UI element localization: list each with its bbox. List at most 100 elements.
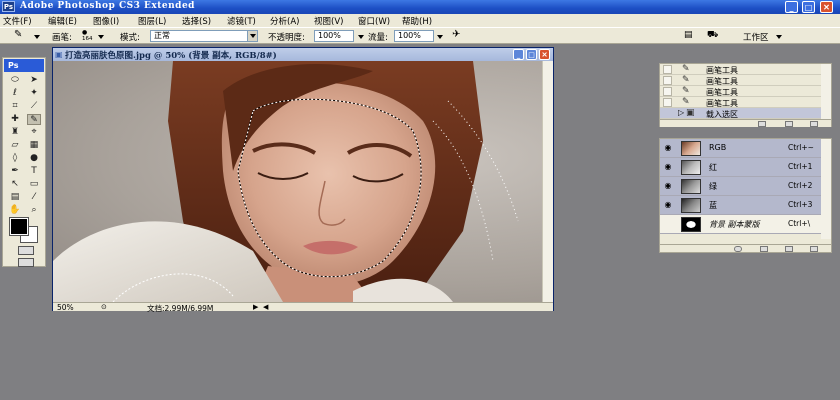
notes-tool-icon[interactable]: ▤: [8, 192, 22, 203]
opacity-input[interactable]: 100%: [314, 30, 354, 42]
save-selection-as-channel-icon[interactable]: [760, 246, 768, 252]
menu-file[interactable]: 文件(F): [3, 15, 32, 27]
marquee-tool-icon[interactable]: ⬭: [8, 75, 22, 86]
type-tool-icon[interactable]: T: [27, 166, 41, 177]
maximize-button[interactable]: □: [802, 1, 815, 13]
history-brush-source-checkbox[interactable]: [663, 87, 672, 96]
channel-shortcut: Ctrl+~: [788, 143, 814, 152]
path-selection-tool-icon[interactable]: ↖: [8, 179, 22, 190]
history-item[interactable]: ✎ 画笔工具: [660, 64, 821, 75]
slice-tool-icon[interactable]: ⟋: [27, 101, 41, 112]
rectangle-tool-icon[interactable]: ▭: [27, 179, 41, 190]
brush-tool-icon: ✎: [682, 75, 690, 85]
menu-edit[interactable]: 编辑(E): [48, 15, 77, 27]
brush-label: 画笔:: [52, 33, 72, 43]
channel-row-rgb[interactable]: ◉ RGB Ctrl+~: [660, 139, 831, 158]
crop-tool-icon[interactable]: ⌗: [8, 101, 22, 112]
doc-minimize-button[interactable]: _: [513, 49, 524, 60]
visibility-eye-icon[interactable]: ◉: [663, 200, 673, 210]
minimize-button[interactable]: _: [785, 1, 798, 13]
status-icon: ⊙: [101, 303, 107, 311]
channel-row-green[interactable]: ◉ 绿 Ctrl+2: [660, 177, 831, 196]
hand-tool-icon[interactable]: ✋: [8, 205, 22, 216]
menu-select[interactable]: 选择(S): [182, 15, 211, 27]
workspace-icon[interactable]: ⛟: [707, 30, 718, 41]
new-document-from-state-icon[interactable]: [758, 121, 766, 127]
history-brush-source-checkbox[interactable]: [663, 98, 672, 107]
opacity-value: 100%: [318, 31, 341, 40]
menu-analysis[interactable]: 分析(A): [270, 15, 299, 27]
workspace-dropdown-icon[interactable]: [776, 35, 782, 39]
dodge-tool-icon[interactable]: ●: [27, 153, 41, 164]
gradient-tool-icon[interactable]: ▦: [27, 140, 41, 151]
doc-maximize-button[interactable]: □: [526, 49, 537, 60]
delete-state-icon[interactable]: [810, 121, 818, 127]
brush-tool-icon[interactable]: ✎: [27, 114, 41, 125]
pen-tool-icon[interactable]: ✒: [8, 166, 22, 177]
eraser-tool-icon[interactable]: ▱: [8, 140, 22, 151]
load-channel-as-selection-icon[interactable]: [734, 246, 742, 252]
menu-help[interactable]: 帮助(H): [402, 15, 432, 27]
history-item[interactable]: ✎ 画笔工具: [660, 97, 821, 108]
screen-mode-button[interactable]: [18, 258, 34, 267]
flow-dropdown-icon[interactable]: [437, 35, 443, 39]
flow-value: 100%: [398, 31, 421, 40]
mode-select[interactable]: 正常: [150, 30, 258, 42]
workspace-label[interactable]: 工作区: [743, 31, 769, 43]
move-tool-icon[interactable]: ➤: [27, 75, 41, 86]
visibility-toggle[interactable]: [663, 219, 673, 229]
history-item[interactable]: ✎ 画笔工具: [660, 75, 821, 86]
history-scrollbar[interactable]: [821, 64, 831, 119]
menu-filter[interactable]: 滤镜(T): [227, 15, 256, 27]
document-size: 文档:2.99M/6.99M: [147, 304, 214, 313]
visibility-eye-icon[interactable]: ◉: [663, 143, 673, 153]
menu-image[interactable]: 图像(I): [93, 15, 119, 27]
channel-row-red[interactable]: ◉ 红 Ctrl+1: [660, 158, 831, 177]
doc-close-button[interactable]: ✕: [539, 49, 550, 60]
new-snapshot-icon[interactable]: [785, 121, 793, 127]
close-button[interactable]: ✕: [820, 1, 833, 13]
photoshop-logo-icon: Ps: [2, 1, 15, 12]
brush-preview-icon[interactable]: ●: [82, 29, 87, 36]
flow-input[interactable]: 100%: [394, 30, 434, 42]
history-item[interactable]: ✎ 画笔工具: [660, 86, 821, 97]
visibility-eye-icon[interactable]: ◉: [663, 162, 673, 172]
zoom-level[interactable]: 50%: [57, 303, 74, 312]
channel-thumbnail: [681, 179, 701, 194]
airbrush-icon[interactable]: ✈: [452, 29, 460, 40]
visibility-eye-icon[interactable]: ◉: [663, 181, 673, 191]
status-scroll-left-icon[interactable]: ◀: [263, 303, 268, 311]
healing-brush-tool-icon[interactable]: ✚: [8, 114, 22, 125]
document-vertical-scrollbar[interactable]: [542, 61, 553, 302]
tool-preset-dropdown-icon[interactable]: [34, 35, 40, 39]
palette-well-icon[interactable]: ▤: [684, 30, 693, 40]
opacity-dropdown-icon[interactable]: [358, 35, 364, 39]
channels-scrollbar[interactable]: [821, 139, 831, 239]
history-brush-source-checkbox[interactable]: [663, 65, 672, 74]
status-menu-arrow-icon[interactable]: ▶: [253, 303, 258, 311]
quick-mask-button[interactable]: [18, 246, 34, 255]
history-brush-source-checkbox[interactable]: [663, 76, 672, 85]
menu-window[interactable]: 窗口(W): [358, 15, 390, 27]
channel-row-layer-mask[interactable]: 背景 副本蒙版 Ctrl+\: [660, 215, 831, 234]
delete-channel-icon[interactable]: [810, 246, 818, 252]
menu-layer[interactable]: 图层(L): [138, 15, 166, 27]
clone-stamp-tool-icon[interactable]: ♜: [8, 127, 22, 138]
brush-picker-dropdown-icon[interactable]: [98, 35, 104, 39]
blur-tool-icon[interactable]: ◊: [8, 153, 22, 164]
history-panel-footer: [660, 119, 831, 127]
magic-wand-tool-icon[interactable]: ✦: [27, 88, 41, 99]
zoom-tool-icon[interactable]: ⌕: [27, 205, 41, 216]
history-brush-tool-icon[interactable]: ⌖: [27, 127, 41, 138]
lasso-tool-icon[interactable]: ℓ: [8, 88, 22, 99]
eyedropper-tool-icon[interactable]: ⁄: [27, 192, 41, 203]
mode-dropdown-icon[interactable]: [247, 31, 257, 41]
channels-panel: ◉ RGB Ctrl+~ ◉ 红 Ctrl+1 ◉ 绿 Ctrl+2 ◉ 蓝 C…: [659, 138, 832, 253]
image-canvas[interactable]: [53, 61, 542, 302]
channel-row-blue[interactable]: ◉ 蓝 Ctrl+3: [660, 196, 831, 215]
menu-view[interactable]: 视图(V): [314, 15, 343, 27]
brush-tool-icon[interactable]: ✎: [14, 29, 22, 40]
history-item-selected[interactable]: ▷ ▣ 载入选区: [660, 108, 821, 119]
foreground-color-swatch[interactable]: [9, 217, 29, 236]
new-channel-icon[interactable]: [785, 246, 793, 252]
